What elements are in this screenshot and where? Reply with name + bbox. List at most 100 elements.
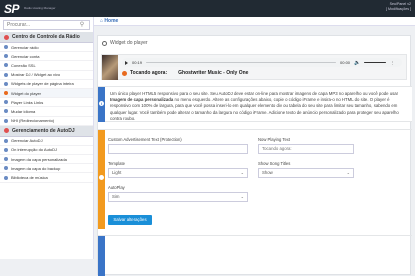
top-bar: SP Radio Hosting Manager Seu/Panel v2 [ …: [0, 0, 415, 17]
audio-player: 00:19 00:00 🔈 ⋮ Tocando agora: Ghostwrit…: [101, 54, 407, 80]
save-button[interactable]: Salvar alterações: [108, 215, 152, 225]
radio-icon: [4, 45, 8, 50]
settings-icon: [102, 40, 107, 46]
time-total: 00:00: [340, 60, 351, 65]
section-title: Gerenciamento de AutoDJ: [12, 127, 75, 134]
search-icon[interactable]: ⚲: [75, 21, 89, 29]
player-widget-panel: Widget do player 00:19 00:00 🔈 ⋮ Tocando…: [97, 35, 412, 276]
main-content: ⌂ Home Widget do player 00:19 00:00 🔈 ⋮ …: [94, 17, 415, 276]
logo: SP: [4, 2, 20, 16]
sidebar-item-language[interactable]: Mudar idioma: [0, 107, 93, 117]
sidebar-item-label: Widgets de player de página inteira: [11, 81, 74, 87]
image-icon: [4, 166, 8, 171]
chevron-down-icon: ⌄: [240, 170, 244, 175]
sidebar-item-label: Biblioteca de música: [11, 175, 48, 181]
time-current: 00:19: [132, 60, 143, 65]
sidebar-item-label: Gerenciar rádio: [11, 44, 39, 50]
settings-form: Custom Advertisement Text (Protection) N…: [98, 129, 412, 229]
info-text-part: Um único player HTML5 responsivo para o …: [110, 91, 399, 96]
autodj-icon: [4, 128, 9, 134]
volume-slider[interactable]: [364, 61, 387, 64]
sidebar-item-live-dj[interactable]: Mostrar DJ / Widget ao vivo: [0, 71, 93, 80]
sidebar-item-redirect[interactable]: NHI (Redirecionamento): [0, 117, 93, 126]
sidebar-item-label: Widget do player: [11, 90, 42, 96]
sidebar-item-player-links[interactable]: Player Links Links: [0, 98, 93, 108]
play-icon[interactable]: [125, 60, 128, 65]
music-icon: [4, 175, 8, 180]
image-icon: [4, 157, 8, 162]
search-input[interactable]: [4, 22, 74, 28]
sidebar-item-manage-account[interactable]: Gerenciar conta: [0, 52, 93, 62]
sidebar-item-backup-cover[interactable]: Imagem da capa do backup: [0, 164, 93, 174]
redirect-icon: [4, 118, 8, 123]
gear-icon: [99, 175, 104, 180]
breadcrumb-home[interactable]: Home: [104, 18, 118, 24]
now-playing-text-input[interactable]: [262, 146, 353, 151]
sidebar-item-autodj-interrupt[interactable]: On interrupção do AutoDJ: [0, 146, 93, 156]
audio-controls: 00:19 00:00 🔈 ⋮: [122, 58, 402, 67]
sidebar-search[interactable]: ⚲: [3, 20, 90, 30]
custom-ad-input[interactable]: [112, 146, 247, 151]
window-icon: [4, 81, 8, 86]
form-stripe: [98, 130, 105, 229]
sidebar-item-manage-radio[interactable]: Gerenciar rádio: [0, 43, 93, 53]
radio-icon: [4, 34, 9, 40]
chevron-down-icon: ⌄: [240, 194, 244, 199]
sidebar-item-label: Player Links Links: [11, 99, 44, 105]
code-stripe: [98, 236, 105, 276]
lock-icon: [4, 63, 8, 68]
sidebar-item-music-library[interactable]: Biblioteca de música: [0, 173, 93, 183]
pause-icon: [4, 147, 8, 152]
sidebar-item-manage-autodj[interactable]: Gerenciar AutoDJ: [0, 137, 93, 146]
now-playing-text-label: Now Playing Text: [258, 137, 291, 142]
autoplay-value: Sim: [112, 194, 120, 199]
embed-code-box: [98, 235, 412, 276]
breadcrumb: ⌂ Home: [94, 17, 415, 26]
chevron-down-icon: ⌄: [346, 170, 350, 175]
sidebar-item-label: NHI (Redirecionamento): [11, 118, 55, 124]
sidebar-item-label: Imagem da capa personalizada: [11, 156, 67, 162]
user-info[interactable]: Seu/Panel v2 [ Modificações ]: [386, 2, 411, 12]
info-box: i Um único player HTML5 responsivo para …: [98, 86, 412, 122]
sidebar-section-autodj[interactable]: Gerenciamento de AutoDJ: [0, 125, 93, 137]
template-select[interactable]: Light ⌄: [108, 168, 248, 178]
autoplay-select[interactable]: Sim ⌄: [108, 192, 248, 202]
info-icon: i: [99, 101, 104, 106]
play-icon: [4, 91, 8, 96]
info-text-bold: Imagem de capa personalizada: [110, 97, 174, 103]
sidebar-item-label: Mostrar DJ / Widget ao vivo: [11, 72, 61, 78]
sidebar-item-fullpage-widgets[interactable]: Widgets de player de página inteira: [0, 80, 93, 89]
panel-title-text: Widget do player: [110, 40, 148, 46]
template-label: Template: [108, 161, 125, 166]
sidebar-item-custom-cover[interactable]: Imagem da capa personalizada: [0, 155, 93, 165]
autoplay-label: AutoPlay: [108, 185, 125, 190]
album-cover: [102, 55, 118, 80]
custom-ad-field[interactable]: [108, 144, 248, 154]
info-text: Um único player HTML5 responsivo para o …: [110, 91, 405, 122]
volume-icon[interactable]: 🔈: [354, 60, 360, 66]
sidebar-item-player-widget[interactable]: Widget do player: [0, 88, 93, 99]
user-icon: [4, 54, 8, 59]
show-song-select[interactable]: Show ⌄: [258, 168, 354, 178]
sidebar-item-ssl[interactable]: Conexão SSL: [0, 61, 93, 71]
progress-bar[interactable]: [146, 61, 337, 64]
sidebar-item-label: Gerenciar conta: [11, 53, 40, 59]
user-line-2[interactable]: [ Modificações ]: [386, 7, 411, 12]
microphone-icon: [4, 72, 8, 77]
sidebar-item-label: Mudar idioma: [11, 108, 36, 114]
link-icon: [4, 100, 8, 105]
sidebar-item-label: Gerenciar AutoDJ: [11, 138, 43, 144]
more-icon[interactable]: ⋮: [390, 60, 394, 65]
now-playing-label: Tocando agora:: [130, 70, 168, 76]
template-value: Light: [112, 170, 122, 175]
section-title: Centro de Controle da Rádio: [12, 34, 80, 40]
sidebar-item-label: Imagem da capa do backup: [11, 165, 61, 171]
now-playing: Tocando agora: Ghostwriter Music - Only …: [122, 70, 248, 76]
show-song-label: Show Song Titles: [258, 161, 291, 166]
sidebar-item-label: On interrupção do AutoDJ: [11, 147, 58, 153]
music-icon: [122, 70, 127, 76]
sidebar-section-radio[interactable]: Centro de Controle da Rádio: [0, 32, 93, 43]
now-playing-text-field[interactable]: [258, 144, 354, 154]
info-stripe: i: [98, 87, 105, 122]
settings-icon: [4, 138, 8, 143]
